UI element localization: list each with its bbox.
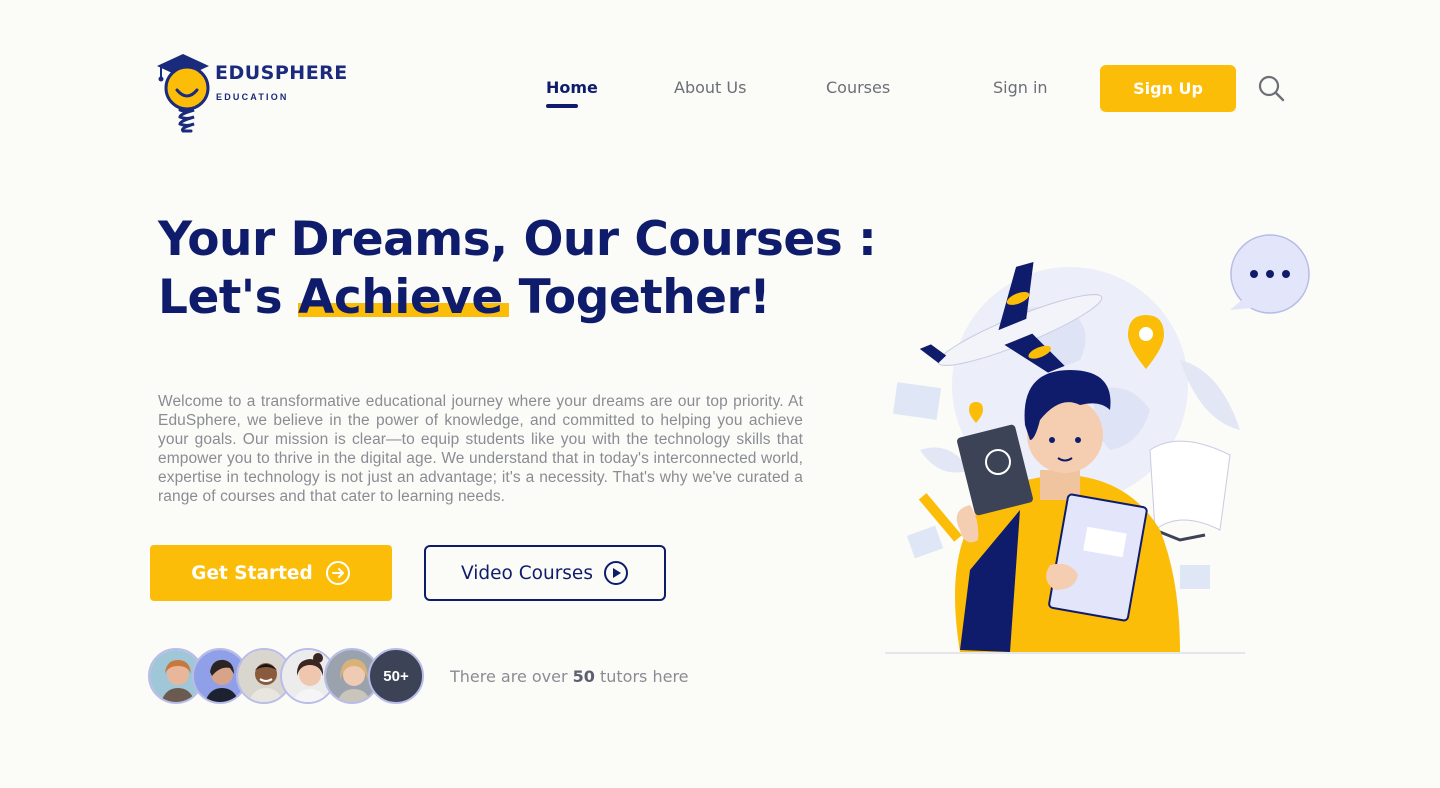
video-courses-label: Video Courses — [461, 562, 593, 584]
tutor-count-badge[interactable]: 50+ — [368, 648, 424, 704]
hero-highlight-word: Achieve — [298, 270, 503, 325]
chat-bubble-icon — [1230, 234, 1310, 314]
student-travel-illustration — [885, 234, 1310, 654]
hero-title-line1: Your Dreams, Our Courses : — [158, 212, 877, 267]
play-circle-icon — [603, 561, 628, 585]
brand-name: EDUSPHERE — [215, 62, 348, 84]
hero-title-highlight: Achieve — [298, 270, 509, 325]
hero-description: Welcome to a transformative educational … — [158, 393, 803, 505]
hero-title-prefix: Let's — [158, 270, 299, 325]
lightbulb-graduation-logo-icon — [157, 54, 210, 133]
video-courses-button[interactable]: Video Courses — [424, 545, 666, 601]
nav-sign-in[interactable]: Sign in — [993, 78, 1048, 97]
brand-tagline: EDUCATION — [216, 92, 289, 102]
hero-title-suffix: Together! — [502, 270, 771, 325]
nav-home[interactable]: Home — [546, 78, 598, 97]
tutors-text-count: 50 — [572, 667, 595, 686]
hero-title-line2: Let's Achieve Together! — [158, 270, 771, 325]
tutors-text-suffix: tutors here — [594, 667, 689, 686]
arrow-right-circle-icon — [325, 561, 350, 585]
search-icon[interactable] — [1257, 74, 1285, 102]
brand-logo[interactable]: EDUSPHERE EDUCATION — [155, 50, 355, 140]
nav-about-us[interactable]: About Us — [674, 78, 746, 97]
tutors-count-text: There are over 50 tutors here — [450, 667, 689, 686]
sign-up-button[interactable]: Sign Up — [1100, 65, 1236, 112]
nav-courses[interactable]: Courses — [826, 78, 890, 97]
tutors-text-prefix: There are over — [450, 667, 573, 686]
get-started-label: Get Started — [191, 562, 313, 584]
open-book-icon — [1149, 440, 1231, 542]
nav-active-indicator — [546, 104, 578, 108]
get-started-button[interactable]: Get Started — [150, 545, 392, 601]
